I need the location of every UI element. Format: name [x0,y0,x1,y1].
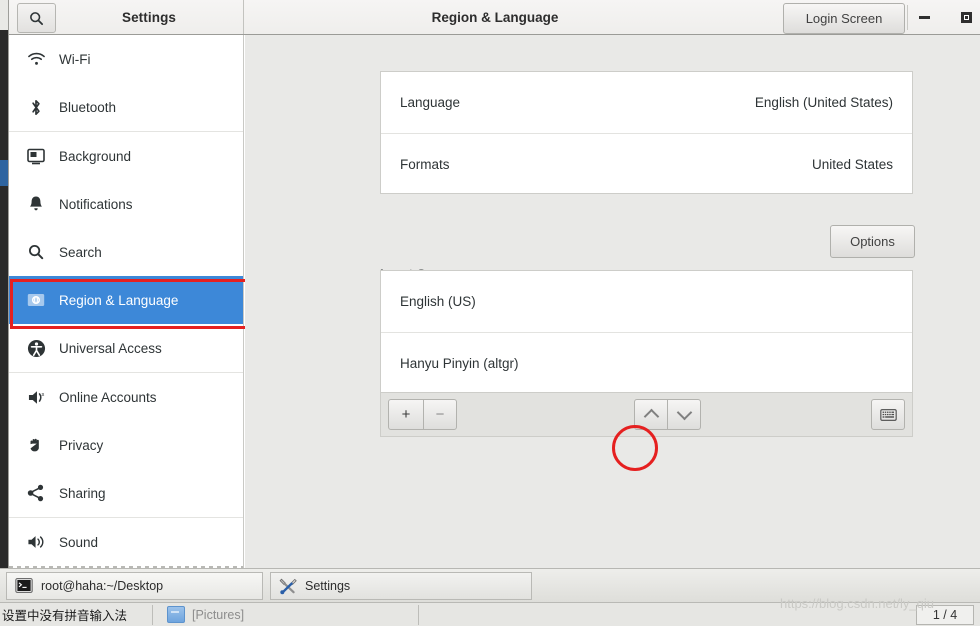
region-language-icon [23,288,49,312]
minimize-button[interactable] [912,6,936,28]
hand-icon [23,433,49,457]
sidebar-item-online-accounts[interactable]: s Online Accounts [9,373,243,421]
move-up-button[interactable] [634,399,668,430]
search-icon [23,240,49,264]
move-down-button[interactable] [667,399,701,430]
sidebar-item-bluetooth[interactable]: Bluetooth [9,83,243,131]
taskbar-item-label: Settings [305,579,351,593]
bluetooth-icon [23,95,49,119]
bottom-divider [418,605,419,625]
formats-row-value: United States [811,157,893,172]
header-divider [907,5,908,30]
taskbar-item-settings[interactable]: Settings [270,572,532,600]
folder-label: [Pictures] [192,607,245,622]
sidebar-item-label: Privacy [59,437,104,453]
search-button[interactable] [17,3,56,33]
list-item[interactable]: English (US) [381,271,912,332]
background-icon [23,144,49,168]
sidebar-item-wifi[interactable]: Wi-Fi [9,35,243,83]
show-keyboard-layout-button[interactable] [871,399,905,430]
folder-entry[interactable]: [Pictures] [153,603,418,626]
tools-icon [279,578,297,595]
header-left-section: Settings [9,0,244,34]
sidebar-item-background[interactable]: Background [9,132,243,180]
sidebar-item-notifications[interactable]: Notifications [9,180,243,228]
formats-row-key: Formats [400,157,450,172]
taskbar: root@haha:~/Desktop Settings [0,568,980,602]
options-button[interactable]: Options [830,225,915,258]
sidebar[interactable]: Wi-Fi Bluetooth Background Notifications… [9,35,244,568]
language-row-value: English (United States) [754,95,893,110]
terminal-icon [15,577,33,594]
sidebar-item-label: Wi-Fi [59,51,91,67]
sidebar-item-label: Background [59,148,132,164]
app-title: Settings [121,9,177,25]
wifi-icon [23,47,49,71]
search-icon [30,11,44,25]
speaker-icon [23,530,49,554]
language-row[interactable]: Language English (United States) [381,72,912,133]
sidebar-item-sound[interactable]: Sound [9,518,243,566]
folder-icon [167,606,185,623]
sidebar-item-label: Notifications [59,196,133,212]
input-sources-list: English (US) Hanyu Pinyin (altgr) [380,270,913,393]
screen: Settings Region & Language Login Screen [0,0,980,626]
maximize-icon [960,11,972,23]
sidebar-item-label: Region & Language [59,292,179,308]
bell-icon [23,192,49,216]
background-window-selection-hint [0,160,8,186]
page-indicator[interactable]: 1 / 4 [916,605,974,625]
maximize-button[interactable] [954,6,978,28]
sidebar-item-universal-access[interactable]: Universal Access [9,324,243,372]
sidebar-item-label: Online Accounts [59,389,157,405]
sidebar-item-region-and-language[interactable]: Region & Language [9,276,243,324]
share-icon [23,481,49,505]
language-card: Language English (United States) Formats… [380,71,913,194]
formats-row[interactable]: Formats United States [381,134,912,195]
taskbar-item-terminal[interactable]: root@haha:~/Desktop [6,572,263,600]
add-input-source-button[interactable]: + [388,399,424,430]
ime-status-text: 设置中没有拼音输入法 [2,609,128,623]
chevron-down-icon [676,404,692,421]
content-area: Language English (United States) Formats… [245,35,980,568]
keyboard-icon [879,408,897,421]
taskbar-item-label: root@haha:~/Desktop [41,579,164,593]
login-screen-button[interactable]: Login Screen [783,3,905,34]
sidebar-item-privacy[interactable]: Privacy [9,421,243,469]
sidebar-item-label: Universal Access [59,340,162,356]
minimize-icon [918,15,930,19]
sidebar-item-label: Bluetooth [59,99,117,115]
background-window-edge [0,30,9,570]
sidebar-item-label: Sharing [59,485,106,501]
svg-text:s: s [41,392,44,398]
online-accounts-icon: s [23,385,49,409]
sidebar-item-search[interactable]: Search [9,228,243,276]
sidebar-item-label: Search [59,244,102,260]
chevron-up-icon [643,408,659,425]
universal-access-icon [23,336,49,360]
settings-window: Settings Region & Language Login Screen [9,0,980,568]
sidebar-item-label: Sound [59,534,99,550]
header-bar: Settings Region & Language Login Screen [9,0,980,35]
sidebar-item-sharing[interactable]: Sharing [9,469,243,517]
language-row-key: Language [400,95,461,110]
remove-input-source-button[interactable]: − [423,399,457,430]
bottom-status-bar: 设置中没有拼音输入法 [Pictures] 1 / 4 [0,602,980,626]
input-sources-toolbar: + − [380,393,913,437]
list-item[interactable]: Hanyu Pinyin (altgr) [381,333,912,394]
